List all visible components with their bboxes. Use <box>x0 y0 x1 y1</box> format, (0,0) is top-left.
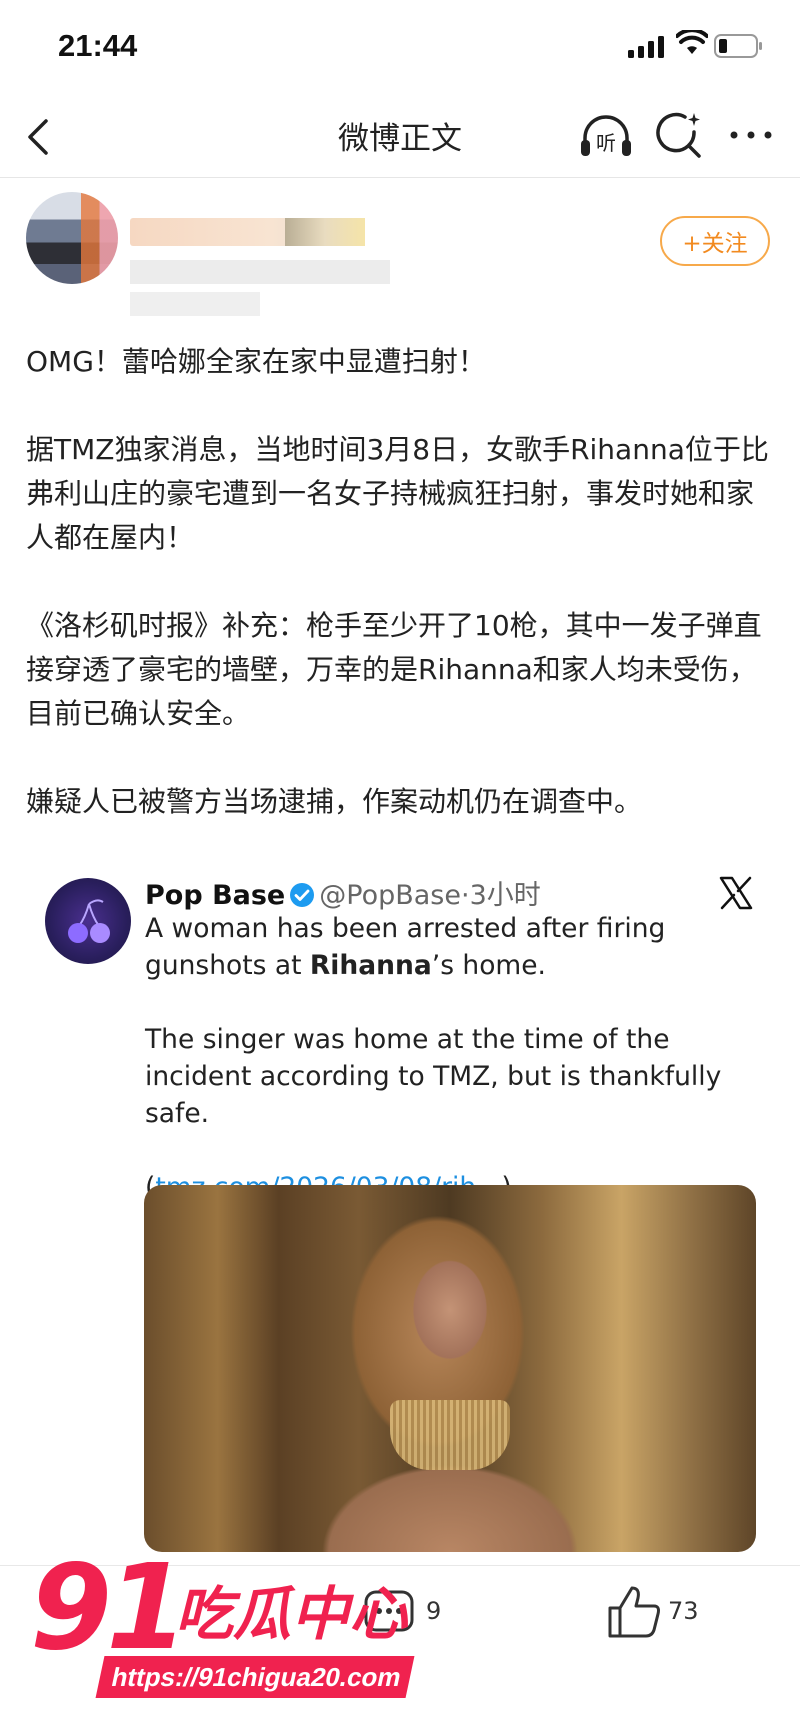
status-time: 21:44 <box>58 28 138 63</box>
tweet-text-run: ’s home. <box>431 950 546 981</box>
cherry-logo-icon <box>68 899 110 943</box>
search-icon[interactable] <box>654 111 704 161</box>
author-badge-blurred <box>285 218 365 246</box>
photo-necklace-detail <box>390 1400 510 1470</box>
post-paragraph: 《洛杉矶时报》补充：枪手至少开了10枪，其中一发子弹直接穿透了豪宅的墙壁，万幸的… <box>26 609 762 730</box>
post-body: OMG！蕾哈娜全家在家中显遭扫射！ 据TMZ独家消息，当地时间3月8日，女歌手R… <box>26 340 776 868</box>
tweet-time: ·3小时 <box>460 880 541 911</box>
tweet-header: Pop Base @PopBase·3小时 <box>145 873 541 912</box>
tweet-text-bold: Rihanna <box>309 950 432 981</box>
watermark-logo-number: 91 <box>30 1538 188 1676</box>
tweet-avatar <box>45 878 131 964</box>
tweet-handle: @PopBase <box>319 880 461 911</box>
watermark-logo-text: 吃瓜中心 <box>175 1580 408 1648</box>
more-options-icon[interactable] <box>726 115 776 155</box>
verified-badge-icon <box>290 883 315 907</box>
status-bar: 21:44 <box>0 0 800 95</box>
tweet-author-name: Pop Base <box>145 880 286 911</box>
post-source-blurred <box>130 292 260 316</box>
cellular-signal-icon <box>628 36 664 58</box>
post-paragraph: OMG！蕾哈娜全家在家中显遭扫射！ <box>26 345 486 378</box>
headphones-listen-icon[interactable]: 听 <box>577 110 635 162</box>
watermark-url: https://91chigua20.com <box>95 1656 415 1698</box>
comment-count: 9 <box>426 1597 442 1625</box>
author-avatar[interactable] <box>26 192 118 284</box>
follow-button[interactable]: +关注 <box>660 216 770 266</box>
post-paragraph: 嫌疑人已被警方当场逮捕，作案动机仍在调查中。 <box>26 785 643 818</box>
like-thumb-icon[interactable] <box>604 1584 664 1640</box>
battery-icon <box>714 34 762 58</box>
tweet-paragraph: The singer was home at the time of the i… <box>145 1024 722 1129</box>
post-meta-blurred <box>130 260 390 284</box>
nav-header: 微博正文 听 <box>0 95 800 178</box>
tweet-paragraph: A woman has been arrested after firing g… <box>145 910 765 984</box>
listen-label: 听 <box>596 131 616 155</box>
x-logo-icon <box>719 876 753 910</box>
tweet-photo[interactable] <box>144 1185 756 1552</box>
wifi-icon <box>676 30 708 54</box>
post-paragraph: 据TMZ独家消息，当地时间3月8日，女歌手Rihanna位于比弗利山庄的豪宅遭到… <box>26 433 769 554</box>
like-count: 73 <box>668 1597 699 1625</box>
